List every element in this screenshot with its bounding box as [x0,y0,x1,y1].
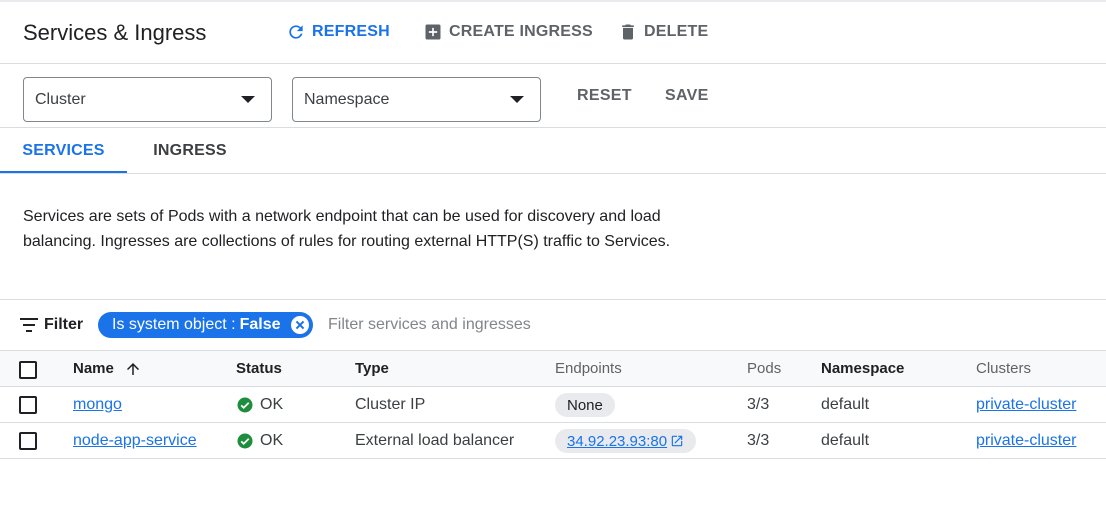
check-circle-icon [237,433,253,449]
select-all-checkbox[interactable] [19,361,37,379]
table-header: Name Status Type Endpoints Pods Namespac… [0,351,1106,387]
delete-button[interactable]: DELETE [618,22,708,42]
endpoint-text: None [567,396,603,414]
status-text: OK [260,432,284,449]
service-name-link[interactable]: mongo [73,396,122,414]
column-clusters: Clusters [976,360,1032,377]
filter-icon [20,318,38,332]
refresh-button[interactable]: REFRESH [286,22,390,42]
refresh-icon [289,25,303,39]
delete-label: DELETE [644,23,709,40]
cluster-select-label: Cluster [35,91,86,108]
filter-chip-value: False [239,316,281,333]
reset-button[interactable]: RESET [577,87,632,105]
namespace-select-label: Namespace [304,91,390,108]
cluster-link[interactable]: private-cluster [976,432,1076,450]
cluster-link[interactable]: private-cluster [976,396,1076,414]
column-name[interactable]: Name [73,360,114,377]
save-button[interactable]: SAVE [665,87,709,105]
tab-ingress[interactable]: INGRESS [127,128,253,173]
check-circle-icon [237,397,253,413]
endpoint-text[interactable]: 34.92.23.93:80 [567,433,667,450]
trash-icon [622,24,634,40]
pods-cell: 3/3 [747,396,770,413]
endpoint-link[interactable]: 34.92.23.93:80 [555,429,697,453]
tab-bar: SERVICES INGRESS [0,128,1106,174]
filter-chip-key: Is system object : [112,316,236,333]
type-cell: External load balancer [355,432,515,449]
caret-down-icon [241,96,255,103]
page-header: Services & Ingress REFRESH CREATE INGRES… [0,2,1106,64]
selector-bar: Cluster Namespace RESET SAVE [0,64,1106,128]
filter-label: Filter [44,316,84,333]
namespace-select[interactable]: Namespace [292,77,541,122]
arrow-up-icon[interactable] [124,360,142,378]
add-box-icon [425,24,441,40]
column-endpoints: Endpoints [555,360,622,377]
filter-bar: Filter Is system object : False [0,299,1106,351]
page-title: Services & Ingress [23,20,207,45]
row-checkbox[interactable] [19,432,37,450]
namespace-cell: default [821,396,870,413]
namespace-cell: default [821,432,870,449]
table-row: node-app-service OK External load balanc… [0,423,1106,459]
tab-ingress-label: INGRESS [153,142,227,159]
create-ingress-button[interactable]: CREATE INGRESS [423,22,593,42]
table-row: mongo OK Cluster IP None 3/3 default pri… [0,387,1106,423]
column-pods: Pods [747,360,782,377]
status-cell: OK [236,396,283,414]
pods-cell: 3/3 [747,432,770,449]
close-icon[interactable] [290,316,309,334]
column-namespace[interactable]: Namespace [821,360,904,377]
filter-input[interactable] [322,312,722,338]
tab-services-label: SERVICES [22,142,105,159]
filter-chip[interactable]: Is system object : False [98,312,313,338]
type-cell: Cluster IP [355,396,426,413]
tab-services[interactable]: SERVICES [0,128,127,173]
column-status[interactable]: Status [236,360,282,377]
status-text: OK [260,396,284,413]
external-link-icon[interactable] [670,434,684,448]
status-cell: OK [236,432,283,450]
refresh-label: REFRESH [312,23,390,40]
create-ingress-label: CREATE INGRESS [449,23,593,40]
service-name-link[interactable]: node-app-service [73,432,197,450]
cluster-select[interactable]: Cluster [23,77,272,122]
column-type[interactable]: Type [355,360,389,377]
caret-down-icon [510,96,524,103]
page-description: Services are sets of Pods with a network… [23,208,671,250]
row-checkbox[interactable] [19,396,37,414]
endpoint-badge: None [555,393,615,417]
